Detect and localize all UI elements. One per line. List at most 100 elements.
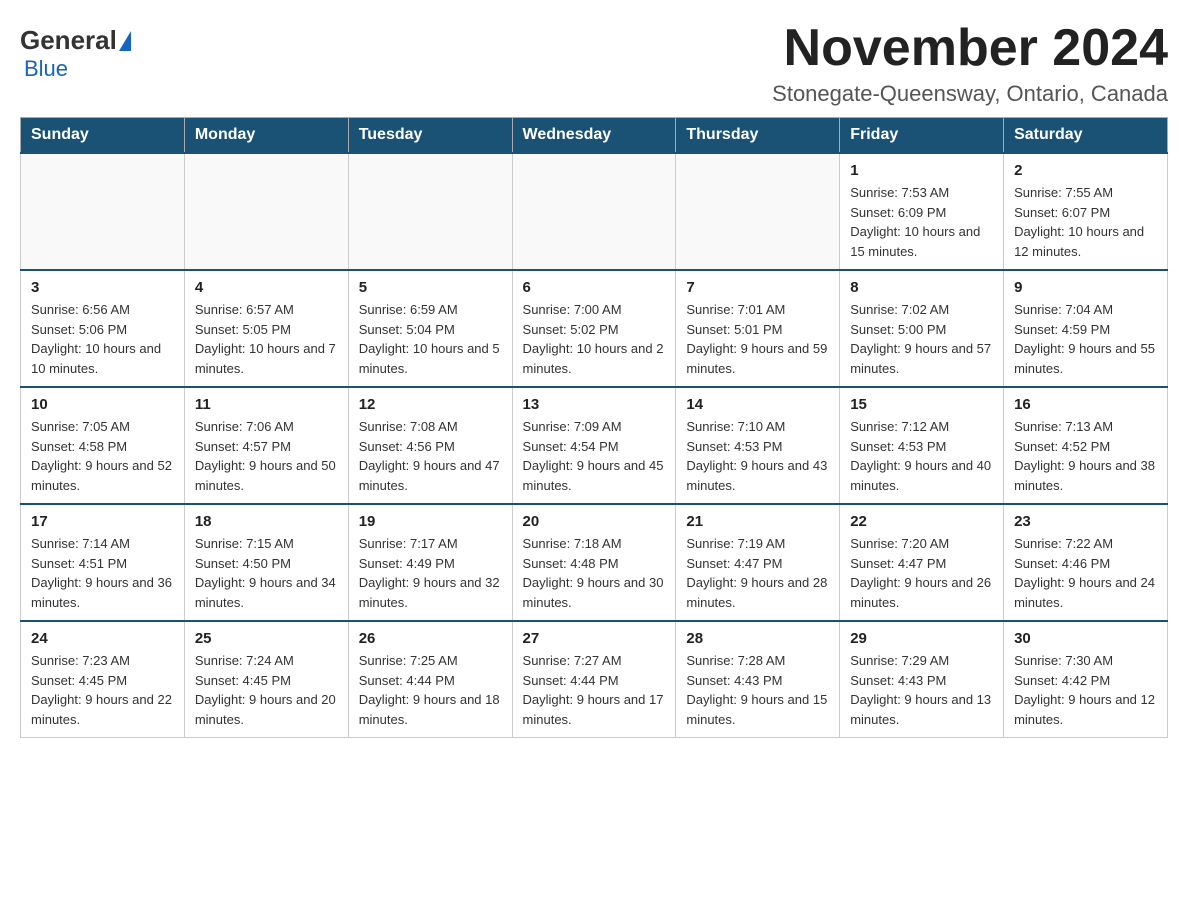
day-number: 16: [1014, 396, 1157, 413]
week-row-2: 3 Sunrise: 6:56 AMSunset: 5:06 PMDaylight…: [21, 270, 1168, 387]
day-number: 2: [1014, 162, 1157, 179]
day-info: Sunrise: 7:10 AMSunset: 4:53 PMDaylight:…: [686, 417, 829, 495]
day-info: Sunrise: 7:20 AMSunset: 4:47 PMDaylight:…: [850, 534, 993, 612]
calendar-cell: 9 Sunrise: 7:04 AMSunset: 4:59 PMDaylight…: [1004, 270, 1168, 387]
calendar-cell: 12Sunrise: 7:08 AMSunset: 4:56 PMDayligh…: [348, 387, 512, 504]
calendar-cell: 30 Sunrise: 7:30 AMSunset: 4:42 PMDayligh…: [1004, 621, 1168, 738]
page-header: General Blue November 2024 Stonegate-Que…: [20, 20, 1168, 107]
calendar-header-friday: Friday: [840, 118, 1004, 154]
day-info: Sunrise: 7:19 AMSunset: 4:47 PMDaylight:…: [686, 534, 829, 612]
calendar-cell: 11Sunrise: 7:06 AMSunset: 4:57 PMDayligh…: [184, 387, 348, 504]
calendar-cell: 24 Sunrise: 7:23 AMSunset: 4:45 PMDayligh…: [21, 621, 185, 738]
calendar-cell: 5 Sunrise: 6:59 AMSunset: 5:04 PMDaylight…: [348, 270, 512, 387]
day-info: Sunrise: 7:13 AMSunset: 4:52 PMDaylight:…: [1014, 417, 1157, 495]
day-number: 18: [195, 513, 338, 530]
day-number: 6: [523, 279, 666, 296]
calendar-cell: 22Sunrise: 7:20 AMSunset: 4:47 PMDayligh…: [840, 504, 1004, 621]
day-info: Sunrise: 7:23 AMSunset: 4:45 PMDaylight:…: [31, 651, 174, 729]
day-info: Sunrise: 7:30 AMSunset: 4:42 PMDaylight:…: [1014, 651, 1157, 729]
day-number: 20: [523, 513, 666, 530]
week-row-5: 24 Sunrise: 7:23 AMSunset: 4:45 PMDayligh…: [21, 621, 1168, 738]
day-info: Sunrise: 7:09 AMSunset: 4:54 PMDaylight:…: [523, 417, 666, 495]
day-info: Sunrise: 7:08 AMSunset: 4:56 PMDaylight:…: [359, 417, 502, 495]
calendar-cell: 17 Sunrise: 7:14 AMSunset: 4:51 PMDayligh…: [21, 504, 185, 621]
day-number: 1: [850, 162, 993, 179]
day-info: Sunrise: 7:04 AMSunset: 4:59 PMDaylight:…: [1014, 300, 1157, 378]
calendar-cell: [676, 153, 840, 270]
calendar-cell: 21 Sunrise: 7:19 AMSunset: 4:47 PMDayligh…: [676, 504, 840, 621]
calendar-cell: 2 Sunrise: 7:55 AMSunset: 6:07 PMDaylight…: [1004, 153, 1168, 270]
calendar-cell: 7 Sunrise: 7:01 AMSunset: 5:01 PMDaylight…: [676, 270, 840, 387]
day-info: Sunrise: 7:17 AMSunset: 4:49 PMDaylight:…: [359, 534, 502, 612]
logo-general: General: [20, 25, 117, 56]
day-number: 27: [523, 630, 666, 647]
day-number: 8: [850, 279, 993, 296]
calendar-cell: 16 Sunrise: 7:13 AMSunset: 4:52 PMDayligh…: [1004, 387, 1168, 504]
logo: General Blue: [20, 20, 133, 82]
calendar-cell: 10 Sunrise: 7:05 AMSunset: 4:58 PMDayligh…: [21, 387, 185, 504]
logo-triangle-icon: [119, 31, 131, 51]
day-number: 13: [523, 396, 666, 413]
page-subtitle: Stonegate-Queensway, Ontario, Canada: [772, 81, 1168, 107]
day-number: 30: [1014, 630, 1157, 647]
calendar-cell: 28 Sunrise: 7:28 AMSunset: 4:43 PMDayligh…: [676, 621, 840, 738]
calendar-cell: 23Sunrise: 7:22 AMSunset: 4:46 PMDayligh…: [1004, 504, 1168, 621]
day-info: Sunrise: 7:12 AMSunset: 4:53 PMDaylight:…: [850, 417, 993, 495]
day-number: 21: [686, 513, 829, 530]
calendar-cell: 18 Sunrise: 7:15 AMSunset: 4:50 PMDayligh…: [184, 504, 348, 621]
day-info: Sunrise: 6:56 AMSunset: 5:06 PMDaylight:…: [31, 300, 174, 378]
week-row-4: 17 Sunrise: 7:14 AMSunset: 4:51 PMDayligh…: [21, 504, 1168, 621]
day-info: Sunrise: 7:01 AMSunset: 5:01 PMDaylight:…: [686, 300, 829, 378]
day-number: 7: [686, 279, 829, 296]
day-number: 17: [31, 513, 174, 530]
day-number: 29: [850, 630, 993, 647]
calendar-cell: 25Sunrise: 7:24 AMSunset: 4:45 PMDayligh…: [184, 621, 348, 738]
calendar-cell: 1 Sunrise: 7:53 AMSunset: 6:09 PMDaylight…: [840, 153, 1004, 270]
day-number: 10: [31, 396, 174, 413]
calendar-cell: 8 Sunrise: 7:02 AMSunset: 5:00 PMDaylight…: [840, 270, 1004, 387]
day-number: 25: [195, 630, 338, 647]
day-number: 28: [686, 630, 829, 647]
day-number: 24: [31, 630, 174, 647]
day-number: 5: [359, 279, 502, 296]
day-number: 26: [359, 630, 502, 647]
day-number: 15: [850, 396, 993, 413]
day-info: Sunrise: 6:57 AMSunset: 5:05 PMDaylight:…: [195, 300, 338, 378]
calendar-cell: 19 Sunrise: 7:17 AMSunset: 4:49 PMDayligh…: [348, 504, 512, 621]
week-row-1: 1 Sunrise: 7:53 AMSunset: 6:09 PMDaylight…: [21, 153, 1168, 270]
day-info: Sunrise: 7:53 AMSunset: 6:09 PMDaylight:…: [850, 183, 993, 261]
day-info: Sunrise: 6:59 AMSunset: 5:04 PMDaylight:…: [359, 300, 502, 378]
title-container: November 2024 Stonegate-Queensway, Ontar…: [772, 20, 1168, 107]
calendar-cell: [184, 153, 348, 270]
day-number: 4: [195, 279, 338, 296]
day-info: Sunrise: 7:18 AMSunset: 4:48 PMDaylight:…: [523, 534, 666, 612]
day-number: 3: [31, 279, 174, 296]
day-info: Sunrise: 7:00 AMSunset: 5:02 PMDaylight:…: [523, 300, 666, 378]
day-info: Sunrise: 7:05 AMSunset: 4:58 PMDaylight:…: [31, 417, 174, 495]
day-info: Sunrise: 7:06 AMSunset: 4:57 PMDaylight:…: [195, 417, 338, 495]
calendar-cell: 14Sunrise: 7:10 AMSunset: 4:53 PMDayligh…: [676, 387, 840, 504]
day-info: Sunrise: 7:14 AMSunset: 4:51 PMDaylight:…: [31, 534, 174, 612]
calendar-header-saturday: Saturday: [1004, 118, 1168, 154]
day-info: Sunrise: 7:27 AMSunset: 4:44 PMDaylight:…: [523, 651, 666, 729]
calendar-cell: 3 Sunrise: 6:56 AMSunset: 5:06 PMDaylight…: [21, 270, 185, 387]
logo-text: General: [20, 25, 133, 56]
day-info: Sunrise: 7:28 AMSunset: 4:43 PMDaylight:…: [686, 651, 829, 729]
calendar-cell: 6 Sunrise: 7:00 AMSunset: 5:02 PMDaylight…: [512, 270, 676, 387]
calendar-cell: 29Sunrise: 7:29 AMSunset: 4:43 PMDayligh…: [840, 621, 1004, 738]
logo-blue: Blue: [24, 56, 68, 81]
day-info: Sunrise: 7:02 AMSunset: 5:00 PMDaylight:…: [850, 300, 993, 378]
day-number: 9: [1014, 279, 1157, 296]
calendar-cell: 20 Sunrise: 7:18 AMSunset: 4:48 PMDayligh…: [512, 504, 676, 621]
calendar-header-thursday: Thursday: [676, 118, 840, 154]
day-info: Sunrise: 7:55 AMSunset: 6:07 PMDaylight:…: [1014, 183, 1157, 261]
page-title: November 2024: [772, 20, 1168, 77]
calendar-header-tuesday: Tuesday: [348, 118, 512, 154]
day-number: 19: [359, 513, 502, 530]
day-info: Sunrise: 7:15 AMSunset: 4:50 PMDaylight:…: [195, 534, 338, 612]
calendar-cell: 4 Sunrise: 6:57 AMSunset: 5:05 PMDaylight…: [184, 270, 348, 387]
calendar-cell: [21, 153, 185, 270]
calendar-cell: 13 Sunrise: 7:09 AMSunset: 4:54 PMDayligh…: [512, 387, 676, 504]
calendar-header-wednesday: Wednesday: [512, 118, 676, 154]
calendar-cell: [512, 153, 676, 270]
